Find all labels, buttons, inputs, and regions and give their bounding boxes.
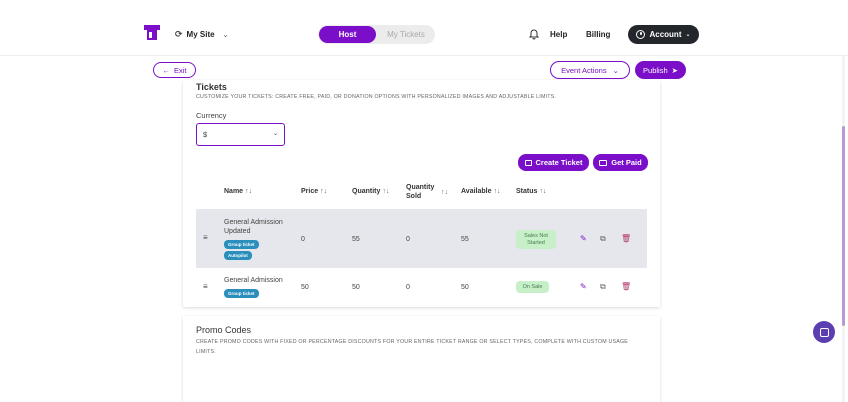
- sync-icon: ⟳: [175, 29, 183, 39]
- ticket-available: 55: [461, 236, 469, 243]
- currency-select[interactable]: $ ⌄: [196, 123, 285, 146]
- bell-icon[interactable]: [528, 28, 540, 40]
- column-header-name[interactable]: Name ↑↓: [224, 187, 252, 196]
- group-ticket-badge: Group ticket: [224, 240, 259, 249]
- quantity-sold-header-label-2: Sold: [406, 193, 422, 200]
- status-header-label: Status: [516, 188, 538, 195]
- trash-icon[interactable]: 🗑: [621, 282, 631, 291]
- get-paid-button[interactable]: Get Paid: [593, 154, 648, 171]
- create-ticket-button[interactable]: Create Ticket: [518, 154, 589, 171]
- ticket-quantity: 55: [352, 236, 360, 243]
- publish-button[interactable]: Publish ➤: [635, 61, 686, 79]
- ticket-name: General Admission Updated: [224, 218, 283, 236]
- scrollbar-thumb[interactable]: [842, 126, 845, 326]
- site-label: My Site: [186, 30, 215, 39]
- chevron-down-icon: ⌄: [222, 31, 229, 39]
- wallet-icon: [599, 159, 608, 166]
- sort-icon: ↑↓: [245, 188, 253, 195]
- column-header-quantity-sold[interactable]: Quantity Sold: [406, 183, 434, 201]
- tab-my-tickets[interactable]: My Tickets: [378, 26, 434, 43]
- tickets-subtitle: CUSTOMIZE YOUR TICKETS: CREATE FREE, PAI…: [196, 94, 557, 100]
- quantity-header-label: Quantity: [352, 188, 381, 195]
- ticket-quantity: 50: [352, 284, 360, 291]
- ticket-available: 50: [461, 284, 469, 291]
- duplicate-icon[interactable]: ⧉: [600, 234, 606, 244]
- promo-codes-title: Promo Codes: [196, 325, 252, 335]
- quantity-sold-header-label-1: Quantity: [406, 184, 435, 191]
- sort-icon: ↑↓: [539, 188, 547, 195]
- currency-value: $: [203, 130, 208, 139]
- available-header-label: Available: [461, 188, 492, 195]
- chevron-down-icon: ⌄: [685, 32, 691, 38]
- sort-icon: ↑↓: [493, 188, 501, 195]
- status-line-1: Sales Not: [524, 232, 548, 239]
- tab-host[interactable]: Host: [319, 26, 376, 43]
- site-switcher[interactable]: ⟳ My Site ⌄: [175, 29, 228, 40]
- event-actions-dropdown[interactable]: Event Actions ⌄: [550, 61, 630, 79]
- publish-label: Publish: [643, 65, 668, 75]
- status-badge: On Sale: [516, 281, 549, 293]
- ticket-name-line-1: General Admission: [224, 219, 283, 226]
- logo-icon[interactable]: [143, 24, 161, 42]
- help-link[interactable]: Help: [550, 30, 567, 39]
- ticket-price: 50: [301, 284, 309, 291]
- trash-icon[interactable]: 🗑: [621, 234, 631, 243]
- billing-link[interactable]: Billing: [586, 30, 610, 39]
- get-paid-label: Get Paid: [611, 158, 642, 167]
- duplicate-icon[interactable]: ⧉: [600, 282, 606, 292]
- host-tickets-toggle: Host My Tickets: [318, 25, 435, 44]
- ticket-name: General Admission: [224, 277, 283, 284]
- promo-codes-subtitle: CREATE PROMO CODES WITH FIXED OR PERCENT…: [196, 339, 629, 355]
- price-header-label: Price: [301, 188, 319, 195]
- account-label: Account: [649, 30, 682, 39]
- event-actions-label: Event Actions: [561, 65, 607, 75]
- group-ticket-badge: Group ticket: [224, 289, 259, 298]
- sort-icon: ↑↓: [382, 188, 390, 195]
- column-header-available[interactable]: Available ↑↓: [461, 187, 500, 196]
- currency-label: Currency: [196, 111, 227, 120]
- top-navigation-bar: ⟳ My Site ⌄ Host My Tickets Help Billing…: [0, 0, 848, 56]
- ticket-price: 0: [301, 236, 305, 243]
- account-button[interactable]: Account ⌄: [628, 25, 699, 44]
- edit-icon[interactable]: ✎: [580, 234, 587, 243]
- arrow-left-icon: ←: [162, 65, 170, 75]
- user-icon: [636, 30, 646, 39]
- column-header-status[interactable]: Status ↑↓: [516, 187, 546, 196]
- ticket-icon: [524, 159, 532, 166]
- status-badge: Sales Not Started: [516, 230, 556, 249]
- promo-codes-card: [183, 316, 660, 402]
- create-ticket-label: Create Ticket: [535, 158, 583, 167]
- sort-icon: ↑↓: [320, 188, 328, 195]
- exit-button[interactable]: ← Exit: [153, 62, 196, 78]
- chat-button[interactable]: [813, 321, 835, 343]
- sort-icon[interactable]: ↑↓: [441, 189, 448, 196]
- ticket-sold: 0: [406, 284, 410, 291]
- column-header-quantity[interactable]: Quantity ↑↓: [352, 187, 389, 196]
- drag-handle-icon[interactable]: ≡: [203, 282, 208, 291]
- drag-handle-icon[interactable]: ≡: [203, 233, 208, 242]
- send-icon: ➤: [671, 65, 678, 75]
- chevron-down-icon: ⌄: [612, 65, 619, 75]
- exit-label: Exit: [173, 65, 187, 75]
- ticket-sold: 0: [406, 236, 410, 243]
- status-line-2: Started: [527, 239, 545, 246]
- tickets-title: Tickets: [196, 82, 227, 92]
- autopilot-badge: Autopilot: [224, 251, 252, 260]
- chevron-down-icon: ⌄: [272, 131, 278, 137]
- column-header-price[interactable]: Price ↑↓: [301, 187, 327, 196]
- name-header-label: Name: [224, 188, 244, 195]
- chat-icon: [819, 327, 829, 337]
- edit-icon[interactable]: ✎: [580, 282, 587, 291]
- ticket-name-line-2: Updated: [224, 228, 251, 235]
